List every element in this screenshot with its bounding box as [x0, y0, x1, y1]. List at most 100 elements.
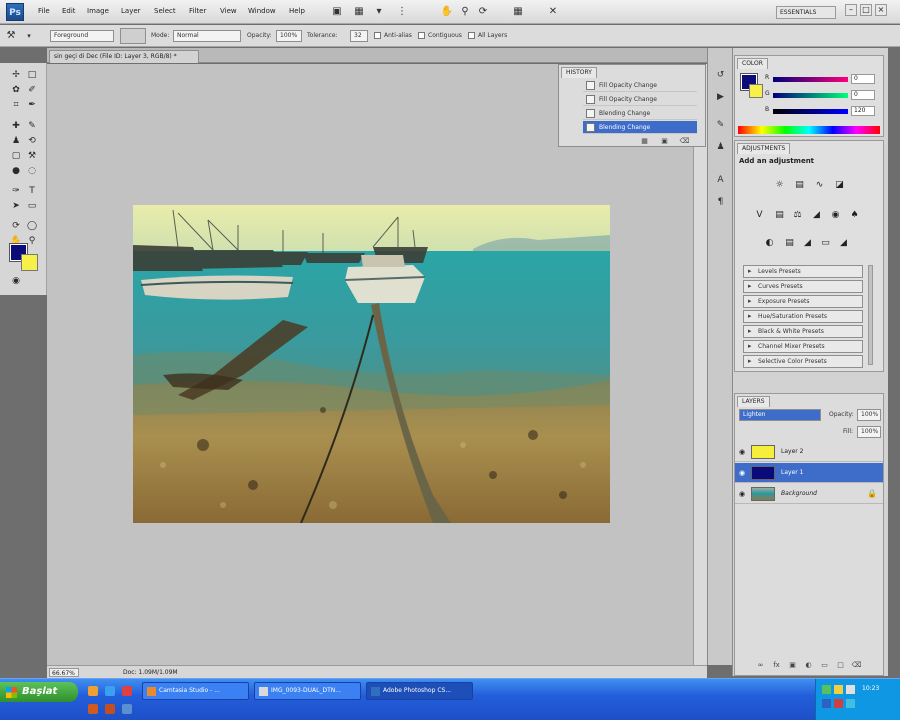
new-snapshot-icon[interactable]: ▣ [659, 136, 670, 146]
chevron-down-icon[interactable]: ▾ [372, 5, 386, 19]
paragraph-panel-icon[interactable]: ¶ [713, 195, 728, 209]
zoom-tool-icon[interactable]: ⚲ [25, 235, 39, 248]
eye-icon[interactable]: ◉ [739, 448, 747, 456]
menu-help[interactable]: Help [289, 7, 305, 15]
quicklaunch-icon[interactable] [105, 686, 115, 696]
preset-hue-saturation[interactable]: Hue/Saturation Presets [743, 310, 863, 323]
quick-select-tool-icon[interactable]: ✐ [25, 84, 39, 97]
quicklaunch-icon[interactable] [122, 704, 132, 714]
new-document-from-state-icon[interactable]: ▦ [639, 136, 650, 146]
quicklaunch-icon[interactable] [88, 686, 98, 696]
type-tool-icon[interactable]: T [25, 185, 39, 198]
exposure-icon[interactable]: ◪ [833, 179, 846, 192]
clock[interactable]: 10:23 [862, 685, 879, 693]
presets-scrollbar[interactable] [868, 265, 873, 365]
layer-opacity-field[interactable]: 100% [857, 409, 881, 421]
preset-selective-color[interactable]: Selective Color Presets [743, 355, 863, 368]
volume-icon[interactable] [846, 685, 855, 694]
invert-icon[interactable]: ◐ [763, 237, 776, 250]
contiguous-checkbox[interactable] [418, 32, 425, 39]
zoom-level-field[interactable]: 66.67% [49, 668, 79, 677]
levels-icon[interactable]: ▤ [793, 179, 806, 192]
hand-icon[interactable]: ✋ [440, 5, 454, 19]
taskbar-item-image[interactable]: IMG_0093-DUAL_DTN... [254, 682, 361, 700]
tray-icon[interactable] [834, 699, 843, 708]
brightness-contrast-icon[interactable]: ☼ [773, 179, 786, 192]
vibrance-icon[interactable]: V [753, 209, 766, 222]
eye-icon[interactable]: ◉ [739, 469, 747, 477]
marquee-tool-icon[interactable]: □ [25, 69, 39, 82]
crop-tool-icon[interactable]: ⌗ [9, 99, 23, 112]
vertical-scrollbar[interactable] [693, 64, 707, 665]
quicklaunch-icon[interactable] [122, 686, 132, 696]
zoom-level-icon[interactable]: ⋮ [395, 5, 409, 19]
color-spectrum-ramp[interactable] [738, 126, 880, 134]
rotate-view-icon[interactable]: ⟳ [476, 5, 490, 19]
view-extras-icon[interactable]: ▦ [352, 5, 366, 19]
preset-exposure[interactable]: Exposure Presets [743, 295, 863, 308]
fill-source-select[interactable]: Foreground [50, 30, 114, 42]
menu-image[interactable]: Image [87, 7, 109, 15]
character-panel-icon[interactable]: A [713, 173, 728, 187]
menu-filter[interactable]: Filter [189, 7, 206, 15]
taskbar-item-photoshop[interactable]: Adobe Photoshop CS... [366, 682, 473, 700]
mode-select[interactable]: Normal [173, 30, 241, 42]
preset-black-white[interactable]: Black & White Presets [743, 325, 863, 338]
posterize-icon[interactable]: ▤ [783, 237, 796, 250]
photo-filter-icon[interactable]: ◉ [829, 209, 842, 222]
preset-curves[interactable]: Curves Presets [743, 280, 863, 293]
eye-icon[interactable]: ◉ [739, 490, 747, 498]
quicklaunch-icon[interactable] [105, 704, 115, 714]
layer-row-selected[interactable]: ◉ Layer 1 [735, 463, 883, 483]
tab-history[interactable]: HISTORY [561, 67, 597, 78]
chevron-down-icon[interactable]: ▾ [22, 29, 36, 43]
red-slider[interactable]: R 0 [765, 74, 880, 84]
color-balance-icon[interactable]: ⚖ [791, 209, 804, 222]
all-layers-checkbox[interactable] [468, 32, 475, 39]
pattern-picker[interactable] [120, 28, 146, 44]
channel-mixer-icon[interactable]: ♠ [848, 209, 861, 222]
curves-icon[interactable]: ∿ [813, 179, 826, 192]
black-white-icon[interactable]: ◢ [810, 209, 823, 222]
preset-channel-mixer[interactable]: Channel Mixer Presets [743, 340, 863, 353]
tolerance-field[interactable]: 32 [350, 30, 368, 42]
minimize-icon[interactable]: – [845, 4, 857, 16]
screen-mode-icon[interactable]: ✕ [546, 5, 560, 19]
tray-icon[interactable] [822, 699, 831, 708]
trash-icon[interactable]: ⌫ [851, 660, 862, 670]
group-icon[interactable]: ▭ [819, 660, 830, 670]
green-value[interactable]: 0 [851, 90, 875, 100]
menu-edit[interactable]: Edit [62, 7, 76, 15]
3d-rotate-tool-icon[interactable]: ⟳ [9, 220, 23, 233]
green-slider[interactable]: G 0 [765, 90, 880, 100]
close-icon[interactable]: × [875, 4, 887, 16]
workspace-switcher[interactable]: ESSENTIALS [776, 6, 836, 19]
tab-layers[interactable]: LAYERS [737, 396, 770, 407]
brush-tool-icon[interactable]: ✎ [25, 120, 39, 133]
selective-color-icon[interactable]: ◢ [837, 237, 850, 250]
menu-view[interactable]: View [220, 7, 237, 15]
layer-row[interactable]: ◉ Background 🔒 [735, 484, 883, 504]
layer-fill-field[interactable]: 100% [857, 426, 881, 438]
canvas-area[interactable] [47, 64, 707, 665]
new-layer-icon[interactable]: □ [835, 660, 846, 670]
red-value[interactable]: 0 [851, 74, 875, 84]
blue-value[interactable]: 120 [851, 106, 875, 116]
actions-panel-icon[interactable]: ▶ [713, 90, 728, 104]
eraser-tool-icon[interactable]: ▢ [9, 150, 23, 163]
taskbar-item-camtasia[interactable]: Camtasia Studio - ... [142, 682, 249, 700]
paint-bucket-icon[interactable]: ⚒ [4, 29, 18, 43]
tray-icon[interactable] [834, 685, 843, 694]
tab-color[interactable]: COLOR [737, 58, 768, 69]
blur-tool-icon[interactable]: ● [9, 165, 23, 178]
blue-slider[interactable]: B 120 [765, 106, 880, 116]
hue-saturation-icon[interactable]: ▤ [773, 209, 786, 222]
quicklaunch-icon[interactable] [88, 704, 98, 714]
lasso-tool-icon[interactable]: ✿ [9, 84, 23, 97]
pen-tool-icon[interactable]: ✑ [9, 185, 23, 198]
path-select-tool-icon[interactable]: ➤ [9, 200, 23, 213]
menu-file[interactable]: File [38, 7, 50, 15]
layer-row[interactable]: ◉ Layer 2 [735, 442, 883, 462]
history-panel-icon[interactable]: ↺ [713, 68, 728, 82]
clone-source-panel-icon[interactable]: ♟ [713, 140, 728, 154]
